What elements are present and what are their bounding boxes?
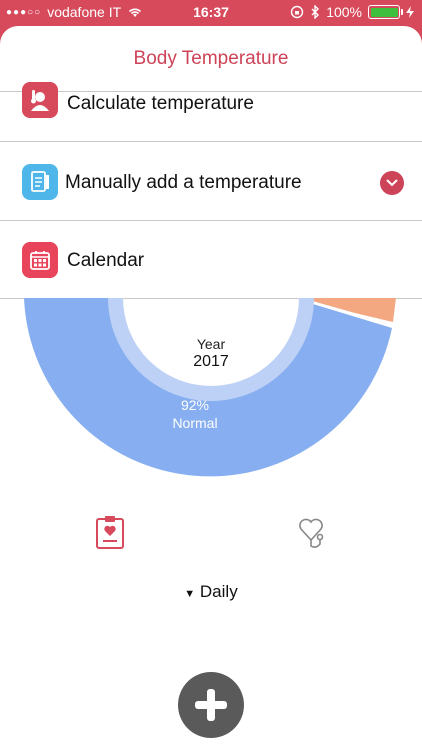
status-bar: ●●●○○ vodafone IT 16:37 100% [0, 0, 422, 24]
menu-item-calendar[interactable]: Calendar [0, 230, 422, 290]
caret-down-icon: ▼ [184, 588, 196, 600]
clipboard-heart-icon[interactable] [94, 514, 126, 550]
notepad-icon [22, 164, 58, 200]
chevron-down-icon[interactable] [380, 171, 404, 195]
thermometer-person-icon [22, 82, 58, 118]
charging-icon [406, 6, 414, 18]
plus-icon [195, 689, 227, 721]
rotation-lock-icon [290, 5, 304, 19]
stethoscope-heart-icon[interactable] [296, 514, 330, 550]
yearly-donut-chart[interactable]: Year 2017 92% Normal [0, 298, 422, 478]
donut-svg [24, 298, 396, 477]
segment-percent: 92% [180, 397, 210, 413]
chart-center-label: Year [196, 336, 226, 352]
status-right: 100% [290, 4, 414, 20]
battery-icon [368, 5, 403, 19]
page-title: Body Temperature [133, 48, 289, 69]
menu-item-label: Calendar [67, 250, 145, 271]
period-selector[interactable]: ▼ Daily [0, 582, 422, 602]
segment-label: Normal [172, 415, 218, 431]
main-sheet: Body Temperature Calculate temperature M… [0, 26, 422, 750]
chart-center-value: 2017 [193, 353, 229, 370]
add-button[interactable] [178, 672, 244, 738]
calendar-icon [22, 242, 58, 278]
menu-item-calculate-temperature[interactable]: Calculate temperature [0, 78, 422, 138]
divider [0, 220, 422, 221]
menu-item-label: Manually add a temperature [65, 172, 302, 193]
divider [0, 141, 422, 142]
menu-item-manually-add-temperature[interactable]: Manually add a temperature [0, 152, 422, 212]
tab-bar [0, 514, 422, 554]
menu-item-label: Calculate temperature [67, 93, 254, 114]
period-label: Daily [199, 582, 238, 601]
battery-percent: 100% [326, 4, 362, 20]
bluetooth-icon [311, 5, 320, 19]
